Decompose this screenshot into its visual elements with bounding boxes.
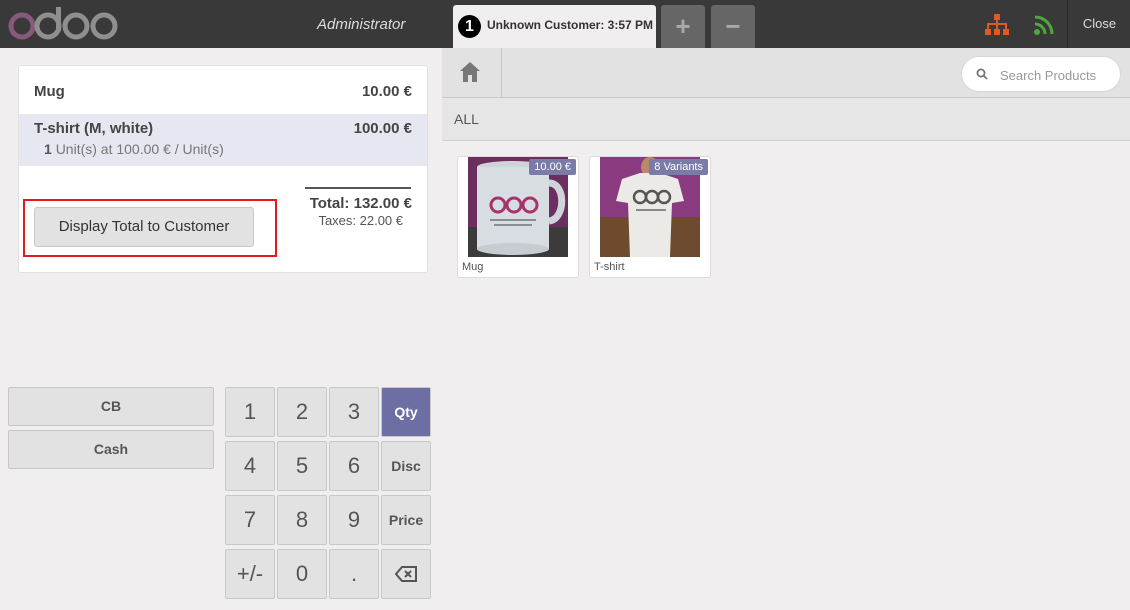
new-order-button[interactable]: + [661, 5, 705, 48]
home-category-button[interactable] [442, 48, 502, 97]
numpad-key-1[interactable]: 1 [225, 387, 275, 437]
payment-method-cash[interactable]: Cash [8, 430, 214, 469]
numpad-key-0[interactable]: 0 [277, 549, 327, 599]
product-variants-tag: 8 Variants [649, 159, 708, 175]
numpad-mode-price[interactable]: Price [381, 495, 431, 545]
category-breadcrumb-bar: ALL [442, 98, 1130, 141]
numpad-mode-disc[interactable]: Disc [381, 441, 431, 491]
products-toolbar [442, 48, 1130, 98]
search-icon [976, 68, 988, 80]
orderline-selected[interactable]: T-shirt (M, white) 100.00 € 1 Unit(s) at… [19, 115, 427, 166]
numpad-key-7[interactable]: 7 [225, 495, 275, 545]
orderline-qty: 1 [44, 141, 52, 157]
order-total: Total: 132.00 € [309, 195, 412, 212]
numpad-key-9[interactable]: 9 [329, 495, 379, 545]
numpad-backspace-button[interactable] [381, 549, 431, 599]
numpad-mode-qty[interactable]: Qty [381, 387, 431, 437]
order-tab[interactable]: 1 Unknown Customer: 3:57 PM [453, 5, 656, 48]
cashier-name[interactable]: Administrator [317, 0, 405, 48]
home-icon [460, 62, 480, 82]
numpad-key-5[interactable]: 5 [277, 441, 327, 491]
display-total-button[interactable]: Display Total to Customer [34, 207, 254, 247]
pos-header: Administrator 1 Unknown Customer: 3:57 P… [0, 0, 1130, 48]
product-name: Mug [462, 261, 484, 273]
backspace-icon [394, 566, 417, 582]
orderline-unit-info: 1 Unit(s) at 100.00 € / Unit(s) [44, 141, 224, 157]
search-input[interactable] [998, 57, 1118, 93]
numpad-key-8[interactable]: 8 [277, 495, 327, 545]
product-price-tag: 10.00 € [529, 159, 576, 175]
delete-order-button[interactable]: − [711, 5, 755, 48]
order-tab-label: Unknown Customer: 3:57 PM [487, 18, 654, 32]
product-card-tshirt[interactable]: 8 Variants T-shirt [589, 156, 711, 278]
orderline-product-name: Mug [34, 83, 65, 100]
odoo-logo [8, 5, 120, 43]
order-number-badge: 1 [458, 15, 481, 38]
numpad-key-6[interactable]: 6 [329, 441, 379, 491]
numpad-key-2[interactable]: 2 [277, 387, 327, 437]
payment-method-cb[interactable]: CB [8, 387, 214, 426]
close-button[interactable]: Close [1067, 0, 1130, 48]
product-name: T-shirt [594, 261, 625, 273]
numpad-key-dot[interactable]: . [329, 549, 379, 599]
numpad-key-plus-minus[interactable]: +/- [225, 549, 275, 599]
numpad-key-4[interactable]: 4 [225, 441, 275, 491]
network-icon[interactable] [985, 14, 1009, 36]
numpad-key-3[interactable]: 3 [329, 387, 379, 437]
orderline-price: 10.00 € [361, 83, 412, 100]
orderline-price: 100.00 € [353, 120, 412, 137]
rss-icon[interactable] [1033, 14, 1055, 36]
category-all[interactable]: ALL [454, 98, 479, 140]
orderline-product-name: T-shirt (M, white) [34, 120, 154, 137]
order-panel: Mug 10.00 € T-shirt (M, white) 100.00 € … [18, 65, 428, 273]
orderline[interactable]: Mug 10.00 € [19, 66, 427, 115]
order-taxes: Taxes: 22.00 € [318, 213, 403, 228]
search-box[interactable] [961, 56, 1121, 93]
orderline-unit-text: Unit(s) at 100.00 € / Unit(s) [55, 141, 224, 157]
total-divider [305, 187, 411, 189]
product-card-mug[interactable]: 10.00 € Mug [457, 156, 579, 278]
